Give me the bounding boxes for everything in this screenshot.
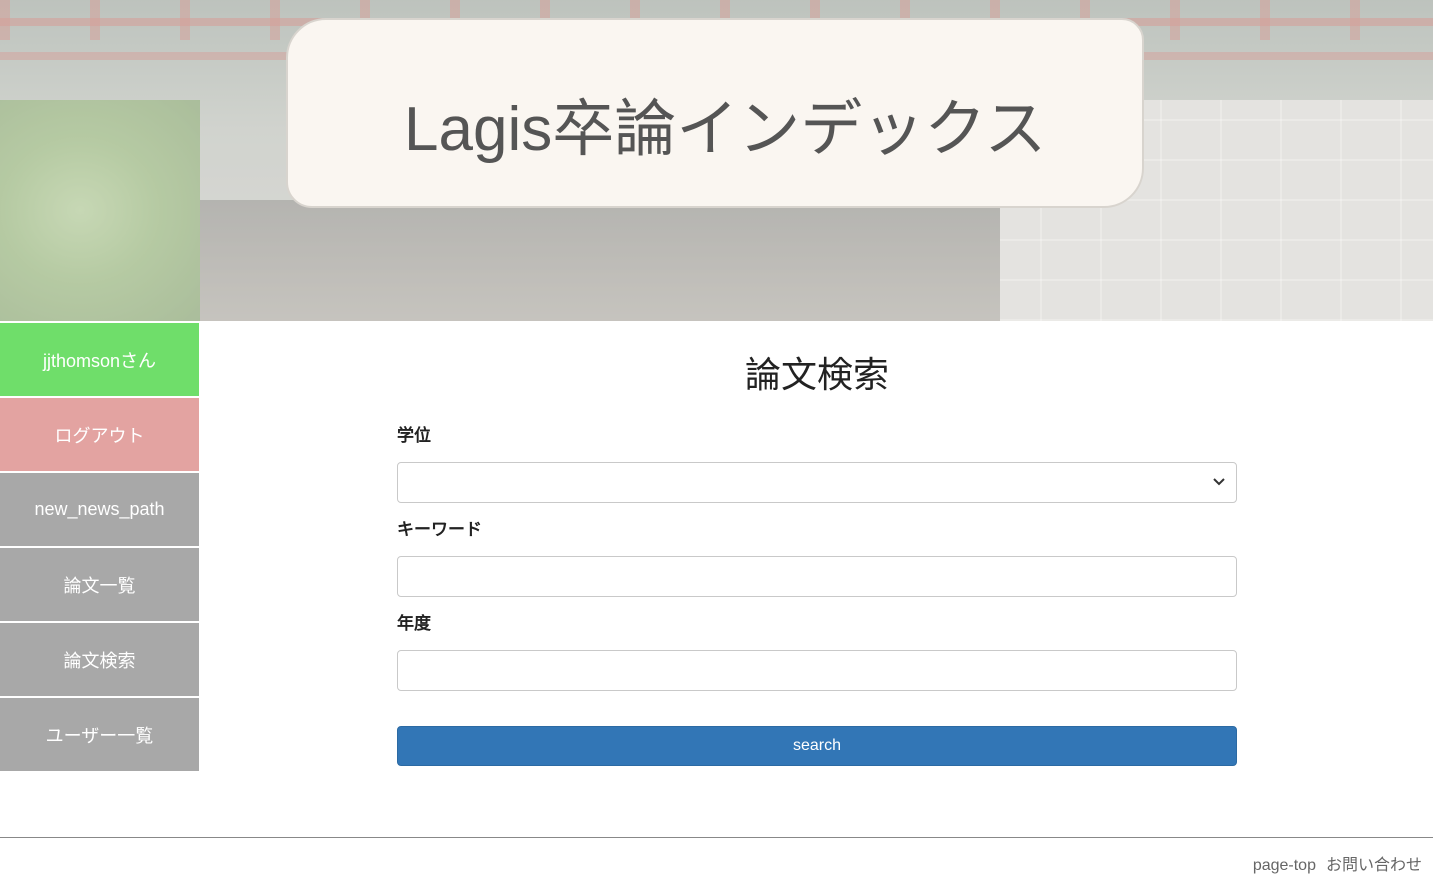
sidebar-item-label: new_news_path: [34, 499, 165, 519]
footer-links: page-top お問い合わせ: [1243, 851, 1422, 875]
sidebar-item-user-list[interactable]: ユーザー一覧: [0, 698, 199, 771]
footer-divider: [0, 837, 1433, 838]
sidebar-item-paper-search[interactable]: 論文検索: [0, 623, 199, 696]
degree-label: 学位: [397, 426, 431, 445]
keyword-input[interactable]: [397, 556, 1237, 597]
sidebar-item-new-news[interactable]: new_news_path: [0, 473, 199, 546]
year-label: 年度: [397, 614, 431, 633]
header-banner: Lagis卒論インデックス: [0, 0, 1433, 321]
sidebar-item-user[interactable]: jjthomsonさん: [0, 323, 199, 396]
search-button[interactable]: search: [397, 726, 1237, 766]
year-input[interactable]: [397, 650, 1237, 691]
sidebar-item-label: 論文一覧: [63, 575, 136, 596]
sidebar-item-logout[interactable]: ログアウト: [0, 398, 199, 471]
keyword-label: キーワード: [397, 520, 482, 539]
sidebar-item-paper-list[interactable]: 論文一覧: [0, 548, 199, 621]
site-title-card: Lagis卒論インデックス: [286, 18, 1144, 208]
degree-select[interactable]: [397, 462, 1237, 503]
sidebar-item-label: ユーザー一覧: [45, 725, 154, 746]
sidebar-item-label: ログアウト: [54, 425, 145, 446]
page-title: 論文検索: [744, 354, 889, 395]
search-button-label: search: [792, 737, 842, 754]
sidebar-item-label: jjthomsonさん: [42, 350, 157, 371]
sidebar-item-label: 論文検索: [63, 650, 136, 671]
site-title[interactable]: Lagis卒論インデックス: [404, 78, 1046, 168]
page-top-link[interactable]: page-top: [1253, 857, 1316, 874]
contact-link[interactable]: お問い合わせ: [1326, 857, 1422, 874]
sidebar-nav: jjthomsonさん ログアウト new_news_path 論文一覧 論文検…: [0, 323, 199, 773]
chevron-down-icon: [1213, 478, 1225, 486]
